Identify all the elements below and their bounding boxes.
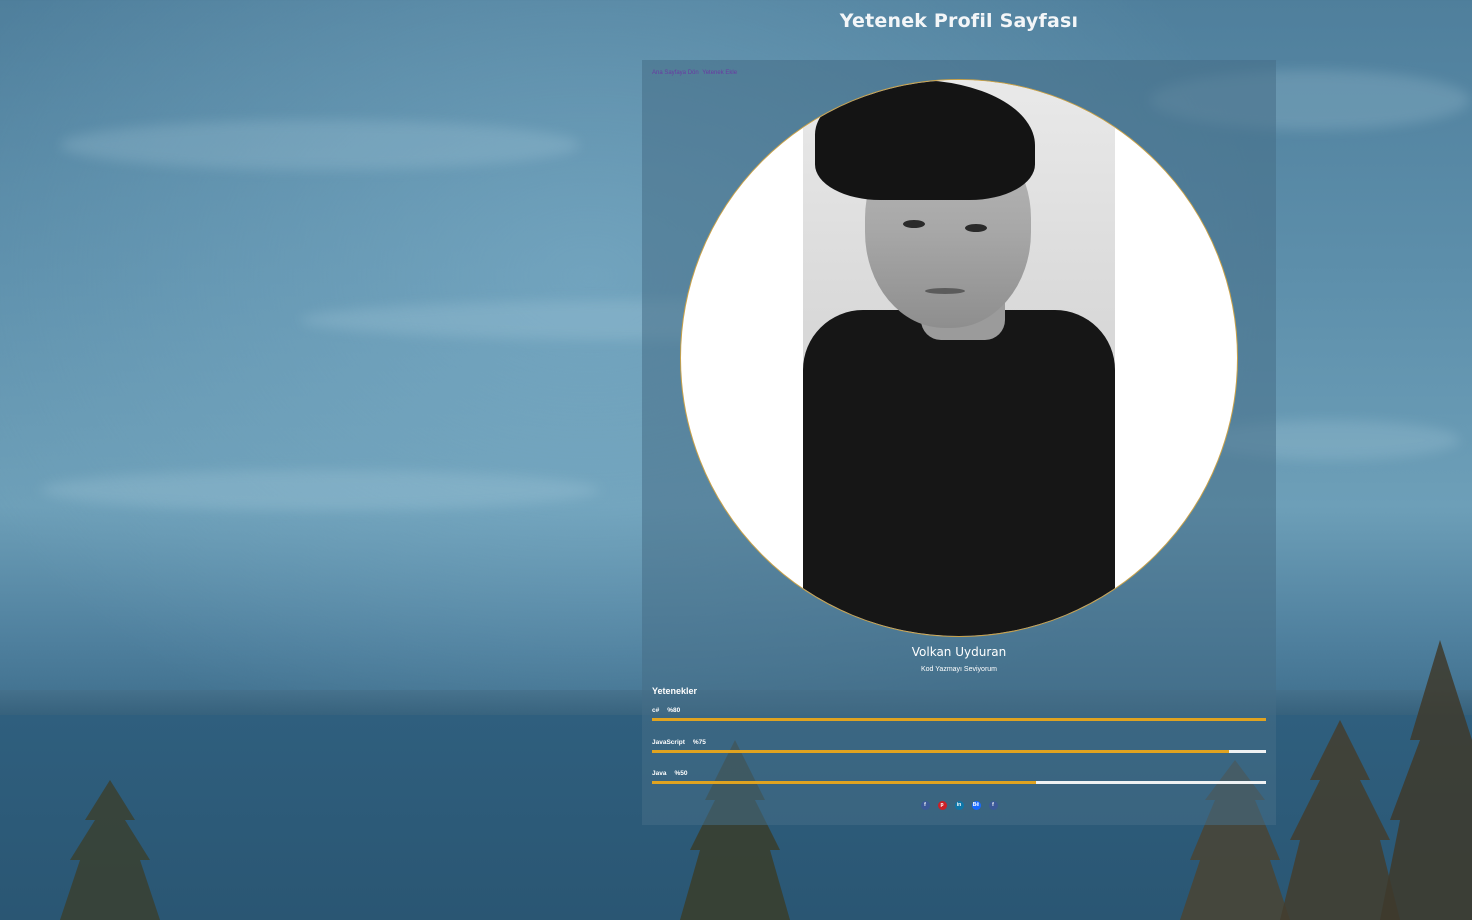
skill-name: JavaScript — [652, 739, 685, 746]
skills-heading: Yetenekler — [652, 686, 698, 696]
profile-card: Ana Sayfaya Dön Yetenek Ekle Volkan Uydu… — [642, 60, 1276, 825]
breadcrumb: Ana Sayfaya Dön Yetenek Ekle — [652, 70, 739, 76]
skill-name: c# — [652, 707, 660, 714]
skill-label: JavaScript %75 — [652, 739, 1266, 746]
skill-progress-fill — [652, 750, 1230, 753]
skill-label: Java %50 — [652, 770, 1266, 777]
skill-label: c# %80 — [652, 707, 1266, 714]
skill-percent: %80 — [667, 707, 681, 714]
linkedin-icon[interactable]: in — [954, 801, 964, 810]
skill-progress-bar — [652, 781, 1266, 784]
profile-tagline: Kod Yazmayı Seviyorum — [921, 666, 997, 673]
skill-row: JavaScript %75 — [652, 739, 1266, 753]
page-title: Yetenek Profil Sayfası — [839, 10, 1079, 32]
profile-name: Volkan Uyduran — [911, 645, 1007, 659]
skill-row: Java %50 — [652, 770, 1266, 784]
profile-photo — [803, 80, 1115, 636]
behance-icon[interactable]: Bē — [971, 801, 981, 810]
breadcrumb-add-skill-link[interactable]: Yetenek Ekle — [702, 70, 737, 76]
pinterest-icon[interactable]: p — [937, 801, 947, 810]
facebook-icon[interactable]: f — [920, 801, 930, 810]
skill-percent: %50 — [674, 770, 688, 777]
skill-progress-fill — [652, 718, 1266, 721]
skill-progress-bar — [652, 750, 1266, 753]
facebook-icon[interactable]: f — [988, 801, 998, 810]
skill-progress-bar — [652, 718, 1266, 721]
social-links: f p in Bē f — [642, 801, 1276, 810]
skill-progress-fill — [652, 781, 1036, 784]
breadcrumb-home-link[interactable]: Ana Sayfaya Dön — [652, 70, 699, 76]
skill-row: c# %80 — [652, 707, 1266, 721]
avatar — [680, 79, 1238, 637]
skill-percent: %75 — [692, 739, 706, 746]
skill-name: Java — [652, 770, 667, 777]
